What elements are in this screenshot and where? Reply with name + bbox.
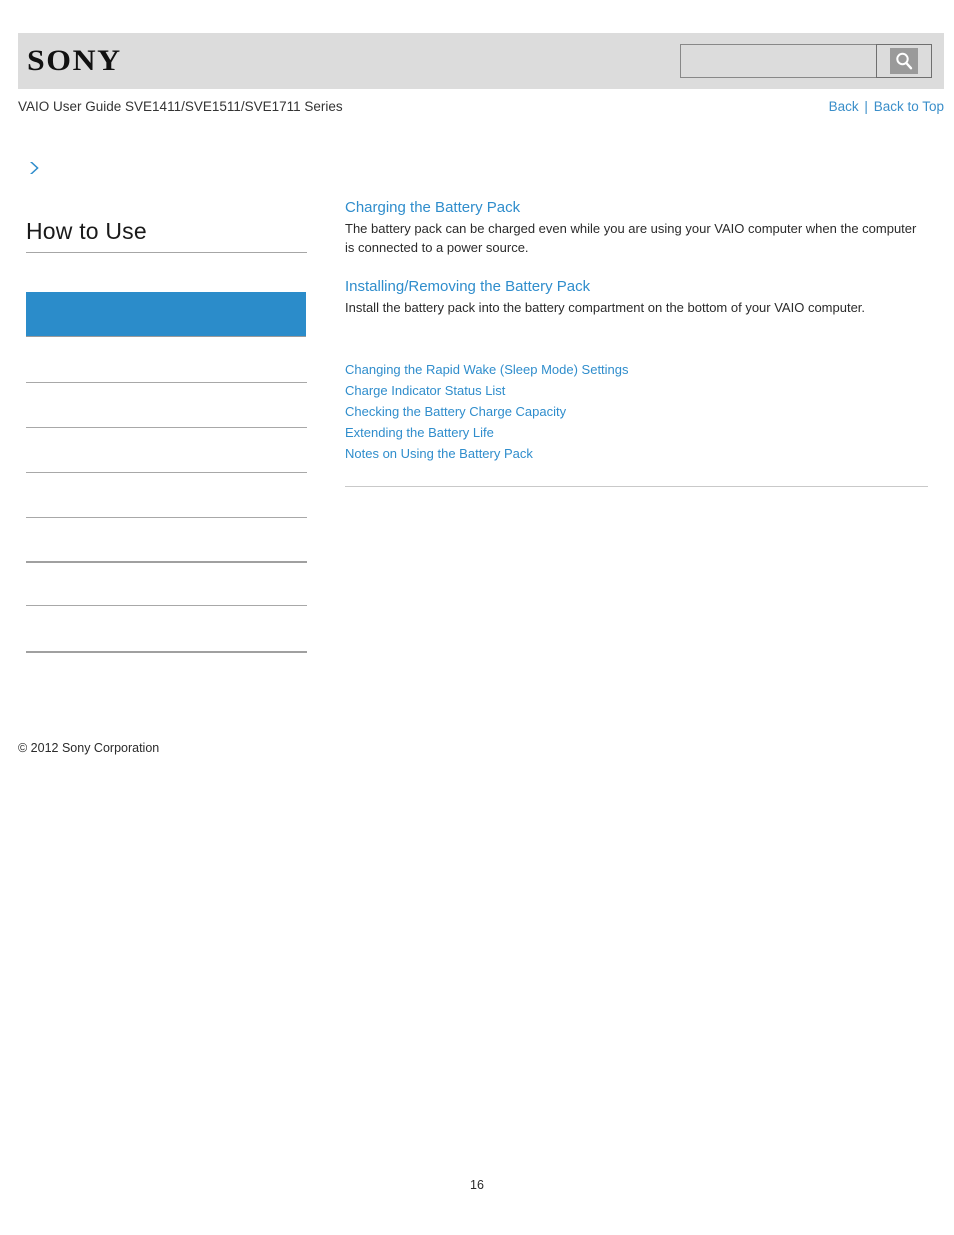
- main-content: Charging the Battery Pack The battery pa…: [345, 199, 928, 487]
- sidebar-item-selected[interactable]: [26, 292, 306, 337]
- chevron-right-icon[interactable]: [26, 160, 44, 180]
- related-links-list: Changing the Rapid Wake (Sleep Mode) Set…: [345, 359, 928, 464]
- copyright-notice: © 2012 Sony Corporation: [18, 741, 160, 755]
- search-area: [680, 44, 932, 78]
- sidebar-item[interactable]: [26, 473, 307, 518]
- sidebar: How to Use: [26, 160, 308, 653]
- sidebar-item[interactable]: [26, 428, 307, 473]
- search-input[interactable]: [680, 44, 876, 78]
- search-button[interactable]: [876, 44, 932, 78]
- back-to-top-link[interactable]: Back to Top: [874, 99, 944, 114]
- content-divider: [345, 486, 928, 487]
- header-nav: Back | Back to Top: [829, 99, 944, 114]
- topic-title-link[interactable]: Installing/Removing the Battery Pack: [345, 278, 928, 295]
- topic-block: Charging the Battery Pack The battery pa…: [345, 199, 928, 257]
- sidebar-item[interactable]: [26, 606, 307, 653]
- page-number: 16: [470, 1178, 484, 1192]
- topic-description: The battery pack can be charged even whi…: [345, 221, 917, 255]
- search-icon: [890, 48, 918, 74]
- nav-separator: |: [864, 99, 868, 114]
- sidebar-item[interactable]: [26, 383, 307, 428]
- site-header: SONY: [18, 33, 944, 89]
- back-link[interactable]: Back: [829, 99, 859, 114]
- topic-description: Install the battery pack into the batter…: [345, 300, 866, 315]
- sidebar-item[interactable]: [26, 518, 307, 563]
- sidebar-item[interactable]: [26, 563, 307, 606]
- topic-block: Installing/Removing the Battery Pack Ins…: [345, 278, 928, 317]
- guide-title: VAIO User Guide SVE1411/SVE1511/SVE1711 …: [18, 99, 343, 114]
- related-link[interactable]: Changing the Rapid Wake (Sleep Mode) Set…: [345, 359, 928, 380]
- sony-logo: SONY: [27, 44, 122, 77]
- sidebar-item[interactable]: [26, 338, 307, 383]
- topic-title-link[interactable]: Charging the Battery Pack: [345, 199, 928, 216]
- subheader: VAIO User Guide SVE1411/SVE1511/SVE1711 …: [18, 99, 944, 119]
- page-title: How to Use: [26, 218, 307, 253]
- related-link[interactable]: Notes on Using the Battery Pack: [345, 443, 928, 464]
- related-link[interactable]: Checking the Battery Charge Capacity: [345, 401, 928, 422]
- related-link[interactable]: Extending the Battery Life: [345, 422, 928, 443]
- related-link[interactable]: Charge Indicator Status List: [345, 380, 928, 401]
